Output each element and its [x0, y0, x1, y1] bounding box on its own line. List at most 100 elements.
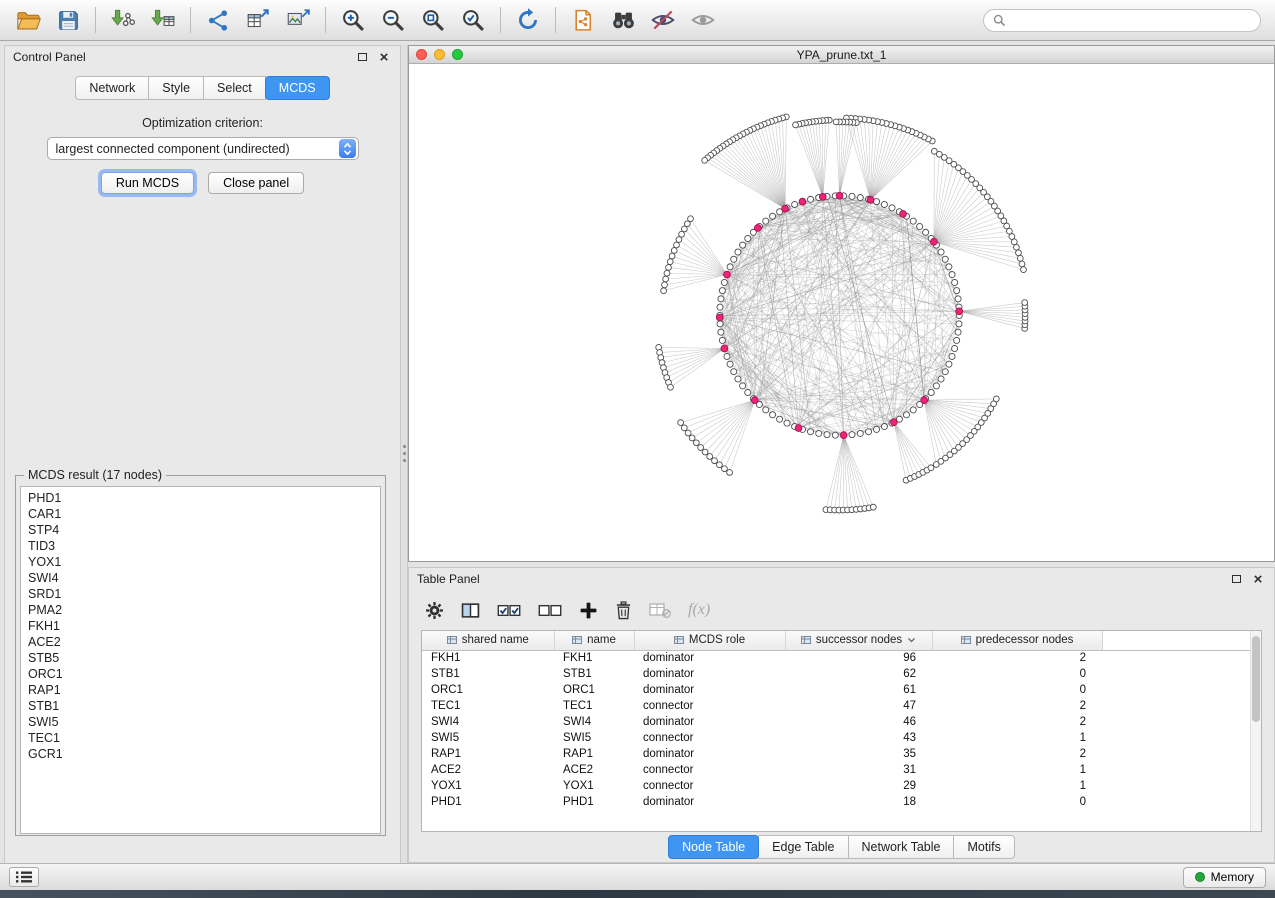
cell-name[interactable]: FKH1 [554, 650, 634, 666]
tab-style[interactable]: Style [148, 76, 204, 100]
cell-shared-name[interactable]: ORC1 [422, 682, 554, 698]
cell-predecessor-nodes[interactable]: 2 [932, 714, 1102, 730]
tab-network-table[interactable]: Network Table [848, 835, 955, 859]
table-row[interactable]: YOX1YOX1connector291 [422, 778, 1250, 794]
cell-successor-nodes[interactable]: 62 [785, 666, 932, 682]
tab-select[interactable]: Select [203, 76, 266, 100]
table-row[interactable]: ORC1ORC1dominator610 [422, 682, 1250, 698]
cell-shared-name[interactable]: RAP1 [422, 746, 554, 762]
add-column-button[interactable] [579, 601, 598, 620]
cell-mcds-role[interactable]: connector [634, 778, 785, 794]
mcds-result-item[interactable]: CAR1 [28, 506, 380, 522]
table-scrollbar[interactable] [1250, 631, 1261, 831]
deselect-all-rows-button[interactable] [538, 603, 562, 618]
panel-menu-button[interactable] [9, 867, 39, 887]
table-settings-button[interactable] [425, 601, 444, 620]
cell-name[interactable]: ORC1 [554, 682, 634, 698]
zoom-fit-button[interactable] [413, 3, 453, 37]
cell-name[interactable]: ACE2 [554, 762, 634, 778]
zoom-out-button[interactable] [373, 3, 413, 37]
cell-shared-name[interactable]: TEC1 [422, 698, 554, 714]
table-row[interactable]: PHD1PHD1dominator180 [422, 794, 1250, 810]
zoom-in-button[interactable] [333, 3, 373, 37]
window-minimize-button[interactable] [434, 49, 445, 60]
export-network-button[interactable] [198, 3, 238, 37]
cell-predecessor-nodes[interactable]: 1 [932, 762, 1102, 778]
cell-successor-nodes[interactable]: 43 [785, 730, 932, 746]
function-builder-button[interactable]: f(x) [688, 601, 710, 619]
mcds-result-item[interactable]: FKH1 [28, 618, 380, 634]
search-input[interactable] [1011, 13, 1251, 27]
tab-node-table[interactable]: Node Table [668, 835, 759, 859]
panel-splitter[interactable] [401, 45, 408, 863]
cell-predecessor-nodes[interactable]: 2 [932, 698, 1102, 714]
cell-successor-nodes[interactable]: 96 [785, 650, 932, 666]
mcds-result-item[interactable]: STP4 [28, 522, 380, 538]
cell-name[interactable]: YOX1 [554, 778, 634, 794]
tab-network[interactable]: Network [75, 76, 149, 100]
mcds-result-item[interactable]: SWI5 [28, 714, 380, 730]
column-header-successor-nodes[interactable]: successor nodes [785, 631, 932, 650]
mcds-result-item[interactable]: STB1 [28, 698, 380, 714]
optimization-criterion-select[interactable]: largest connected component (undirected) [47, 137, 359, 160]
mcds-result-item[interactable]: TEC1 [28, 730, 380, 746]
table-row[interactable]: FKH1FKH1dominator962 [422, 650, 1250, 666]
search-network-button[interactable] [603, 3, 643, 37]
cell-successor-nodes[interactable]: 46 [785, 714, 932, 730]
cell-predecessor-nodes[interactable]: 1 [932, 730, 1102, 746]
cell-successor-nodes[interactable]: 29 [785, 778, 932, 794]
refresh-layout-button[interactable] [508, 3, 548, 37]
tab-mcds[interactable]: MCDS [265, 76, 330, 100]
mcds-result-item[interactable]: RAP1 [28, 682, 380, 698]
cell-shared-name[interactable]: SWI5 [422, 730, 554, 746]
cell-mcds-role[interactable]: dominator [634, 650, 785, 666]
cell-mcds-role[interactable]: connector [634, 698, 785, 714]
network-canvas[interactable] [409, 64, 1274, 561]
cell-name[interactable]: STB1 [554, 666, 634, 682]
show-details-button[interactable] [683, 3, 723, 37]
mcds-result-item[interactable]: ORC1 [28, 666, 380, 682]
tab-motifs[interactable]: Motifs [953, 835, 1014, 859]
cell-mcds-role[interactable]: dominator [634, 714, 785, 730]
clear-table-button[interactable] [649, 601, 671, 619]
cell-shared-name[interactable]: SWI4 [422, 714, 554, 730]
cell-successor-nodes[interactable]: 18 [785, 794, 932, 810]
cell-name[interactable]: SWI5 [554, 730, 634, 746]
cell-shared-name[interactable]: PHD1 [422, 794, 554, 810]
cell-predecessor-nodes[interactable]: 2 [932, 650, 1102, 666]
column-header-MCDS-role[interactable]: MCDS role [634, 631, 785, 650]
cell-mcds-role[interactable]: dominator [634, 682, 785, 698]
cell-successor-nodes[interactable]: 35 [785, 746, 932, 762]
select-all-rows-button[interactable] [497, 603, 521, 618]
float-panel-button[interactable] [1228, 571, 1244, 587]
mcds-result-item[interactable]: STB5 [28, 650, 380, 666]
cell-mcds-role[interactable]: dominator [634, 794, 785, 810]
window-zoom-button[interactable] [452, 49, 463, 60]
mcds-result-item[interactable]: GCR1 [28, 746, 380, 762]
mcds-result-item[interactable]: YOX1 [28, 554, 380, 570]
table-row[interactable]: SWI4SWI4dominator462 [422, 714, 1250, 730]
table-row[interactable]: RAP1RAP1dominator352 [422, 746, 1250, 762]
cell-successor-nodes[interactable]: 31 [785, 762, 932, 778]
close-mcds-panel-button[interactable]: Close panel [208, 172, 304, 194]
cell-successor-nodes[interactable]: 47 [785, 698, 932, 714]
column-header-shared-name[interactable]: shared name [422, 631, 554, 650]
column-header-predecessor-nodes[interactable]: predecessor nodes [932, 631, 1102, 650]
mcds-result-item[interactable]: PMA2 [28, 602, 380, 618]
column-layout-button[interactable] [461, 601, 480, 620]
save-session-button[interactable] [48, 3, 88, 37]
delete-column-button[interactable] [615, 601, 632, 620]
cell-mcds-role[interactable]: connector [634, 730, 785, 746]
mcds-result-item[interactable]: SRD1 [28, 586, 380, 602]
table-row[interactable]: SWI5SWI5connector431 [422, 730, 1250, 746]
mcds-result-item[interactable]: ACE2 [28, 634, 380, 650]
cell-name[interactable]: RAP1 [554, 746, 634, 762]
cell-predecessor-nodes[interactable]: 0 [932, 666, 1102, 682]
cell-mcds-role[interactable]: dominator [634, 746, 785, 762]
export-image-button[interactable] [278, 3, 318, 37]
window-close-button[interactable] [416, 49, 427, 60]
scrollbar-thumb[interactable] [1252, 636, 1260, 722]
close-panel-button[interactable]: × [1250, 571, 1266, 587]
mcds-result-item[interactable]: TID3 [28, 538, 380, 554]
float-panel-button[interactable] [354, 49, 370, 65]
